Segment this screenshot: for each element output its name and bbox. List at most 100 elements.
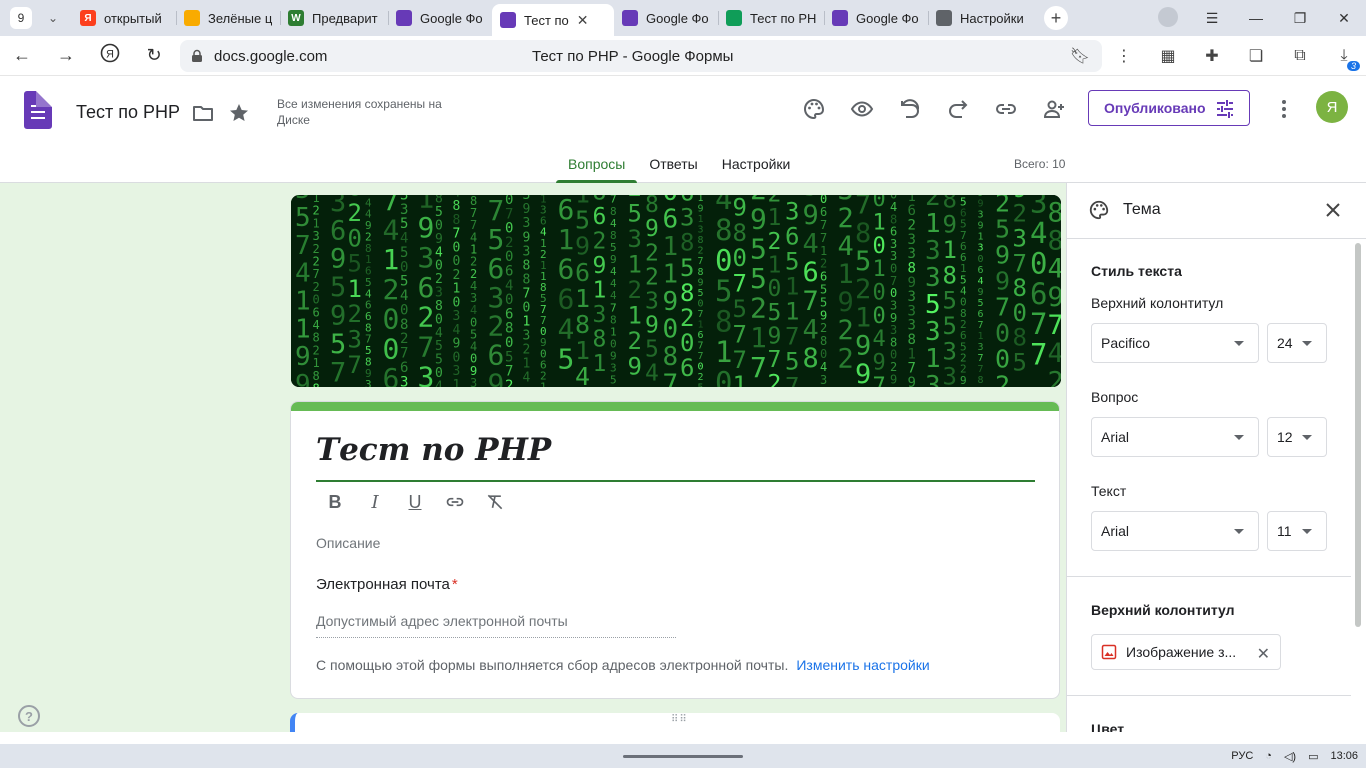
tab-title: Зелёные ц [208, 10, 272, 26]
google-forms-logo[interactable] [24, 91, 52, 129]
panel-scrollbar[interactable] [1355, 243, 1361, 627]
browser-tab[interactable]: W Предварит [280, 3, 388, 33]
svg-text:7: 7 [295, 231, 311, 261]
browser-tab[interactable]: Тест по PH [718, 3, 824, 33]
bookmark-icon[interactable]: 🔖︎ [1070, 46, 1090, 66]
close-window-button[interactable]: ✕ [1322, 10, 1366, 27]
taskbar-handle[interactable] [623, 755, 743, 758]
qr-icon[interactable]: ▦ [1146, 46, 1190, 66]
svg-text:3: 3 [453, 309, 461, 324]
battery-icon[interactable]: ▭ [1308, 750, 1318, 763]
svg-text:3: 3 [925, 371, 941, 387]
more-vert-icon[interactable]: ⋮ [1102, 46, 1146, 66]
divider [1067, 576, 1351, 577]
back-button[interactable]: ← [0, 45, 44, 66]
tab-questions[interactable]: Вопросы [556, 149, 638, 183]
link-format-icon[interactable] [443, 490, 467, 514]
omnibox[interactable]: docs.google.com Тест по PHP - Google Фор… [180, 40, 1102, 72]
svg-text:2: 2 [838, 343, 854, 374]
translate-icon[interactable]: ⧉ [1278, 47, 1322, 65]
header-font-label: Верхний колонтитул [1091, 295, 1224, 311]
browser-tab[interactable]: Тест по ✕ [492, 4, 614, 36]
tab-favicon-icon: W [288, 10, 304, 26]
svg-text:2: 2 [1048, 366, 1062, 387]
collections-icon[interactable]: ❏ [1234, 46, 1278, 66]
svg-text:5: 5 [733, 295, 747, 323]
svg-text:Я: Я [106, 49, 114, 61]
downloads-icon[interactable]: ⤓ 3 [1322, 47, 1366, 71]
svg-text:3: 3 [978, 210, 984, 221]
svg-text:3: 3 [645, 289, 659, 315]
question-font-select[interactable]: Arial [1091, 417, 1259, 457]
volume-icon[interactable]: ◁) [1284, 750, 1296, 763]
account-avatar[interactable]: Я [1316, 91, 1348, 123]
new-tab-button[interactable]: + [1044, 6, 1068, 30]
profile-icon[interactable] [1146, 6, 1190, 30]
svg-text:2: 2 [820, 257, 827, 271]
form-description-input[interactable]: Описание [316, 535, 380, 551]
browser-tab[interactable]: Зелёные ц [176, 3, 280, 33]
language-indicator[interactable]: РУС [1231, 750, 1253, 762]
minimize-button[interactable]: — [1234, 10, 1278, 26]
redo-icon[interactable] [946, 97, 970, 121]
palette-icon[interactable] [802, 97, 826, 121]
reload-button[interactable]: ↻ [132, 45, 176, 66]
svg-text:2: 2 [523, 343, 531, 358]
header-image-banner: 5574119912132272064821883695957620512374… [291, 195, 1061, 387]
star-icon[interactable] [227, 101, 251, 125]
help-icon[interactable]: ? [18, 705, 40, 727]
underline-icon[interactable]: U [403, 490, 427, 514]
undo-icon[interactable] [898, 97, 922, 121]
close-tab-icon[interactable]: ✕ [577, 12, 589, 29]
link-icon[interactable] [994, 97, 1018, 121]
svg-text:6: 6 [698, 330, 704, 341]
clock[interactable]: 13:06 [1330, 750, 1358, 762]
folder-icon[interactable] [191, 101, 215, 125]
forward-button[interactable]: → [44, 45, 88, 66]
question-size-select[interactable]: 12 [1267, 417, 1327, 457]
text-font-select[interactable]: Arial [1091, 511, 1259, 551]
extensions-icon[interactable]: ✚ [1190, 46, 1234, 66]
wifi-icon[interactable]: ◔ [1265, 750, 1272, 762]
browser-menu-icon[interactable]: ☰ [1190, 10, 1234, 27]
tab-settings[interactable]: Настройки [710, 149, 803, 183]
question-card[interactable]: ⠿⠿ [290, 713, 1060, 732]
browser-tab[interactable]: Яоткрытый [72, 3, 176, 33]
text-size-select[interactable]: 11 [1267, 511, 1327, 551]
tab-list-chevron-icon[interactable]: ⌄ [42, 7, 64, 29]
header-size-select[interactable]: 24 [1267, 323, 1327, 363]
tab-responses[interactable]: Ответы [637, 149, 709, 183]
svg-text:5: 5 [943, 287, 957, 315]
svg-text:9: 9 [820, 308, 827, 322]
browser-tab[interactable]: Настройки [928, 3, 1036, 33]
header-font-select[interactable]: Pacifico [1091, 323, 1259, 363]
preview-eye-icon[interactable] [850, 97, 874, 121]
bold-icon[interactable]: B [323, 490, 347, 514]
tab-favicon-icon [832, 10, 848, 26]
document-title[interactable]: Тест по PHP [76, 102, 180, 123]
remove-image-icon[interactable]: ✕ [1257, 644, 1270, 664]
svg-text:5: 5 [628, 200, 642, 228]
browser-tab[interactable]: Google Фо [614, 3, 718, 33]
browser-tab[interactable]: Google Фо [824, 3, 928, 33]
svg-text:9: 9 [488, 368, 505, 388]
svg-text:9: 9 [418, 211, 435, 244]
close-icon[interactable] [1321, 198, 1345, 222]
clear-format-icon[interactable] [483, 490, 507, 514]
published-button[interactable]: Опубликовано [1088, 90, 1250, 126]
form-title-input[interactable]: Тест по PHP [316, 432, 551, 468]
yandex-icon[interactable]: Я [88, 43, 132, 68]
drag-handle-icon[interactable]: ⠿⠿ [671, 715, 688, 725]
add-collaborator-icon[interactable] [1042, 97, 1066, 121]
svg-text:7: 7 [750, 351, 767, 384]
more-options-icon[interactable] [1272, 97, 1296, 121]
browser-tab[interactable]: Google Фо [388, 3, 492, 33]
tab-count-button[interactable]: 9 [10, 7, 32, 29]
svg-text:8: 8 [820, 334, 827, 348]
header-image-chip[interactable]: Изображение з... ✕ [1091, 634, 1281, 670]
restore-button[interactable]: ❐ [1278, 10, 1322, 27]
italic-icon[interactable]: I [363, 490, 387, 514]
svg-text:6: 6 [785, 223, 799, 251]
form-title-card[interactable]: Тест по PHP B I U Описание Электронная п… [290, 401, 1060, 699]
change-settings-link[interactable]: Изменить настройки [796, 657, 929, 673]
